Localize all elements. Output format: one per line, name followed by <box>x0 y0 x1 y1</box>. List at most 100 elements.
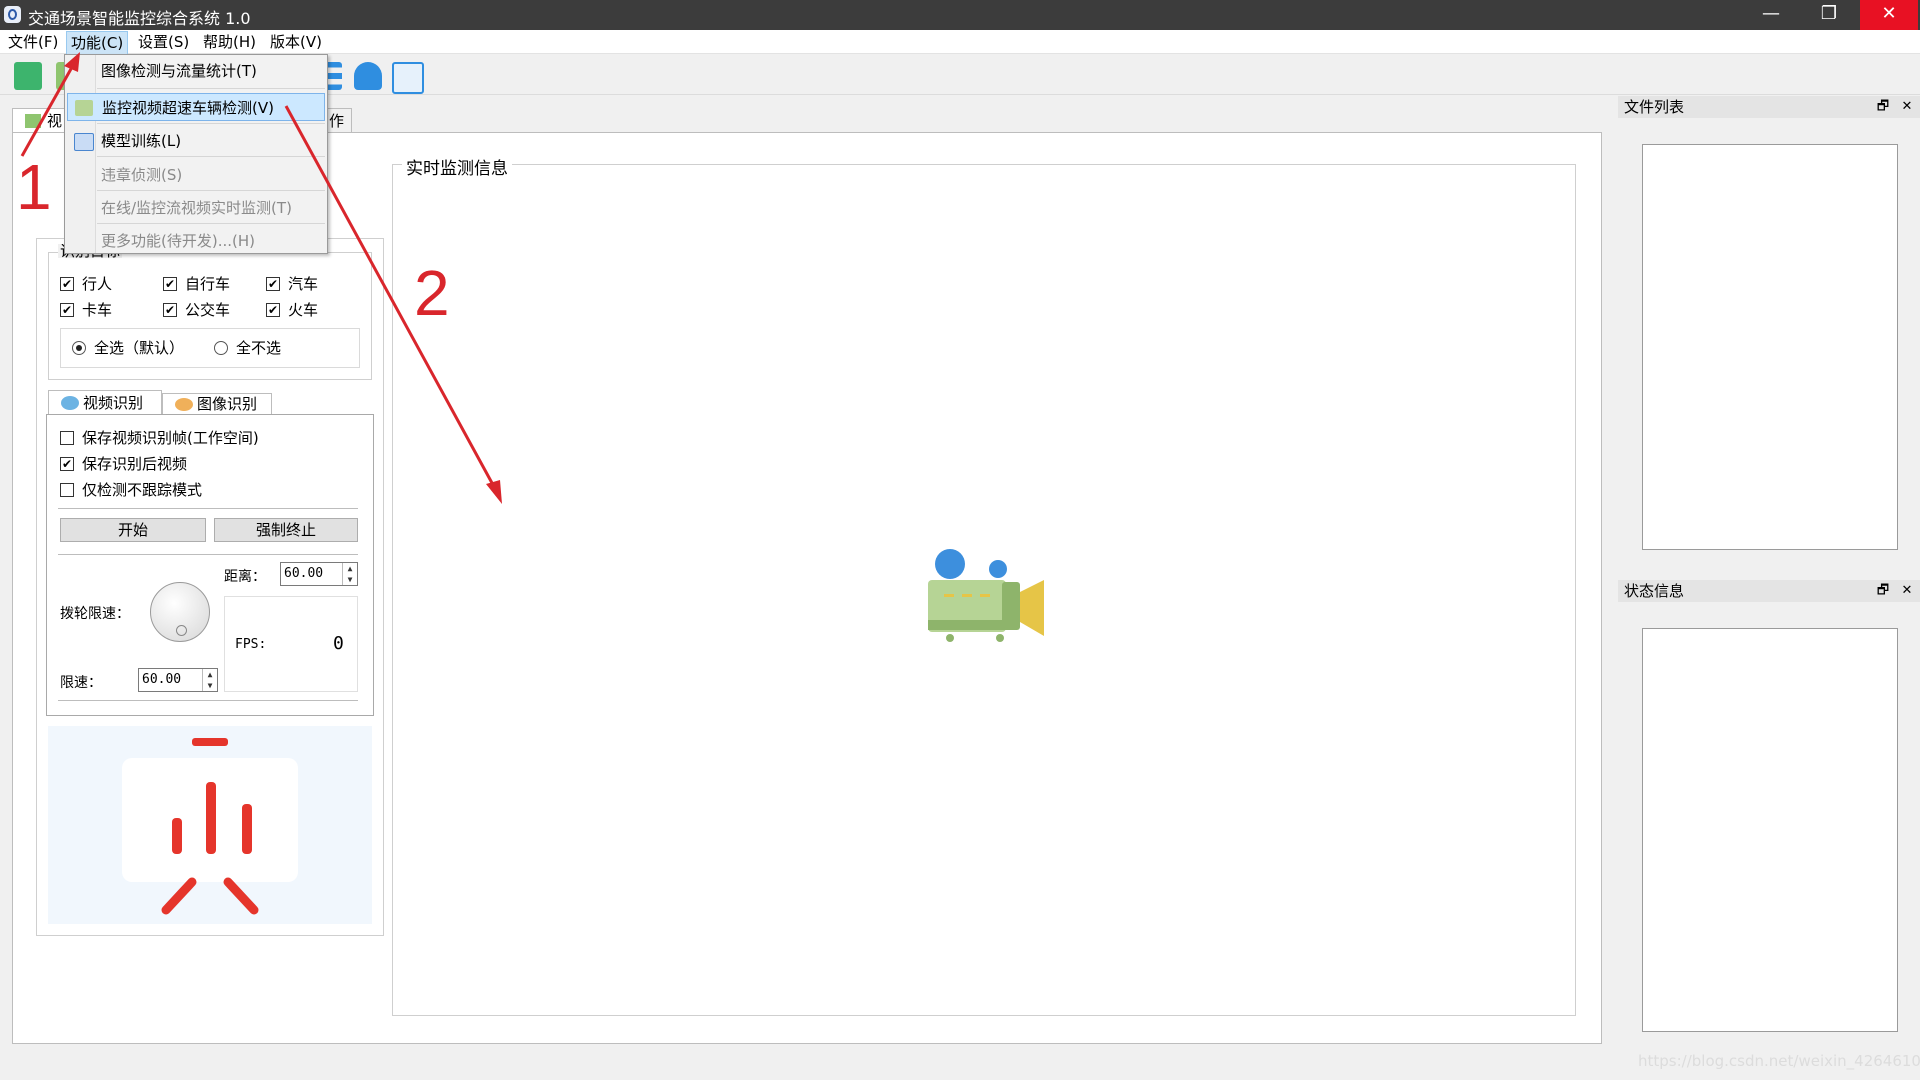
checkbox-check-icon <box>60 483 74 497</box>
checkbox-check-icon: ✔ <box>163 277 177 291</box>
distance-spinbox[interactable]: 60.00 ▲ ▼ <box>280 562 358 586</box>
checkbox-label: 卡车 <box>82 301 113 319</box>
menu-item-label: 监控视频超速车辆检测(V) <box>102 99 274 117</box>
checkbox-label: 保存识别后视频 <box>82 455 188 473</box>
file-list[interactable] <box>1642 144 1898 550</box>
spin-arrows-icon[interactable]: ▲ ▼ <box>342 563 357 585</box>
float-icon[interactable]: 🗗 <box>1874 580 1892 602</box>
menu-separator <box>97 223 325 224</box>
checkbox-bicycle[interactable]: ✔ 自行车 <box>163 274 230 294</box>
tab-video-label: 视 <box>47 112 63 130</box>
stop-button[interactable]: 强制终止 <box>214 518 358 542</box>
checkbox-train[interactable]: ✔ 火车 <box>266 300 318 320</box>
layers-icon[interactable] <box>354 62 382 90</box>
menu-function[interactable]: 功能(C) <box>66 31 129 55</box>
menu-version[interactable]: 版本(V) <box>266 31 326 53</box>
tab-label: 视频识别 <box>83 394 144 412</box>
tab-other-label: 作 <box>329 112 345 130</box>
checkbox-check-icon: ✔ <box>266 277 280 291</box>
image-recognition-icon <box>175 398 193 411</box>
menu-separator <box>97 88 325 89</box>
tab-image-recognition[interactable]: 图像识别 <box>162 393 272 414</box>
status-info-box[interactable] <box>1642 628 1898 1032</box>
menu-item-speeding-detect[interactable]: 监控视频超速车辆检测(V) <box>67 93 325 121</box>
training-icon <box>74 133 94 151</box>
video-recognition-icon <box>61 396 79 410</box>
close-button[interactable]: ✕ <box>1860 0 1918 30</box>
radio-dot-icon <box>72 341 86 355</box>
menu-item-model-training[interactable]: 模型训练(L) <box>67 127 325 155</box>
radio-select-all[interactable]: 全选（默认） <box>72 338 184 358</box>
checkbox-save-frames[interactable]: 保存视频识别帧(工作空间) <box>60 428 259 448</box>
dial-notch-icon <box>176 625 187 636</box>
annotation-label-1: 1 <box>16 151 52 223</box>
minimize-button[interactable]: — <box>1742 0 1800 30</box>
close-icon[interactable]: ✕ <box>1898 96 1916 118</box>
menu-item-label: 图像检测与流量统计(T) <box>101 62 257 80</box>
radio-label: 全不选 <box>236 339 282 357</box>
checkbox-label: 汽车 <box>288 275 319 293</box>
checkbox-bus[interactable]: ✔ 公交车 <box>163 300 230 320</box>
presentation-illustration <box>48 726 372 924</box>
checkbox-detect-only[interactable]: 仅检测不跟踪模式 <box>60 480 202 500</box>
restore-button[interactable]: ❐ <box>1800 0 1858 30</box>
float-icon[interactable]: 🗗 <box>1874 96 1892 118</box>
video-tab-icon <box>25 114 41 128</box>
file-list-dock-title: 文件列表 🗗 ✕ <box>1618 96 1920 118</box>
checkbox-check-icon: ✔ <box>266 303 280 317</box>
menu-separator <box>97 156 325 157</box>
annotation-label-2: 2 <box>414 257 450 329</box>
checkbox-check-icon: ✔ <box>60 457 74 471</box>
tab-label: 图像识别 <box>197 395 258 413</box>
watermark: https://blog.csdn.net/weixin_42646103 <box>1638 1052 1920 1070</box>
video-camera-icon <box>928 549 1044 642</box>
close-icon[interactable]: ✕ <box>1898 580 1916 602</box>
fps-label: FPS: <box>235 637 267 652</box>
menu-bar: 文件(F) 功能(C) 设置(S) 帮助(H) 版本(V) <box>0 30 1920 55</box>
checkbox-label: 行人 <box>82 275 113 293</box>
radio-select-none[interactable]: 全不选 <box>214 338 281 358</box>
menu-file[interactable]: 文件(F) <box>4 31 62 53</box>
fps-display: FPS: 0 <box>224 596 358 692</box>
menu-item-label: 违章侦测(S) <box>101 166 183 184</box>
spin-arrows-icon[interactable]: ▲ ▼ <box>202 669 217 691</box>
menu-item-violation-detect: 违章侦测(S) <box>67 161 325 189</box>
checkbox-car[interactable]: ✔ 汽车 <box>266 274 318 294</box>
menu-item-label: 模型训练(L) <box>101 132 182 150</box>
checkbox-label: 公交车 <box>185 301 231 319</box>
new-document-icon[interactable] <box>14 62 42 90</box>
checkbox-check-icon: ✔ <box>60 303 74 317</box>
checkbox-pedestrian[interactable]: ✔ 行人 <box>60 274 112 294</box>
chart-board-icon <box>122 738 298 915</box>
checkbox-label: 保存视频识别帧(工作空间) <box>82 429 259 447</box>
checkbox-check-icon: ✔ <box>60 277 74 291</box>
menu-item-image-detect[interactable]: 图像检测与流量统计(T) <box>67 57 325 85</box>
tab-video-recognition[interactable]: 视频识别 <box>48 390 162 414</box>
video-camera-icon <box>75 100 93 116</box>
speed-limit-spinbox[interactable]: 60.00 ▲ ▼ <box>138 668 218 692</box>
checkbox-truck[interactable]: ✔ 卡车 <box>60 300 112 320</box>
menu-item-more: 更多功能(待开发)...(H) <box>67 227 325 255</box>
menu-separator <box>97 190 325 191</box>
checkbox-check-icon <box>60 431 74 445</box>
radio-dot-icon <box>214 341 228 355</box>
speed-limit-label: 限速： <box>60 675 102 691</box>
dial-label: 拨轮限速： <box>60 606 130 622</box>
menu-item-label: 在线/监控流视频实时监测(T) <box>101 199 292 217</box>
file-list-title: 文件列表 <box>1624 98 1685 116</box>
speed-dial[interactable] <box>150 582 210 642</box>
distance-value: 60.00 <box>284 566 324 581</box>
link-icon[interactable] <box>392 62 424 94</box>
divider <box>58 700 358 701</box>
start-button[interactable]: 开始 <box>60 518 206 542</box>
menu-separator <box>97 123 325 124</box>
menu-item-label: 更多功能(待开发)...(H) <box>101 232 255 250</box>
menu-settings[interactable]: 设置(S) <box>134 31 193 53</box>
distance-label: 距离： <box>224 569 266 585</box>
checkbox-save-video[interactable]: ✔ 保存识别后视频 <box>60 454 187 474</box>
menu-help[interactable]: 帮助(H) <box>199 31 260 53</box>
divider <box>58 554 358 555</box>
title-bar: 交通场景智能监控综合系统 1.0 — ❐ ✕ <box>0 0 1920 30</box>
checkbox-label: 仅检测不跟踪模式 <box>82 481 203 499</box>
status-title: 状态信息 <box>1624 582 1685 600</box>
